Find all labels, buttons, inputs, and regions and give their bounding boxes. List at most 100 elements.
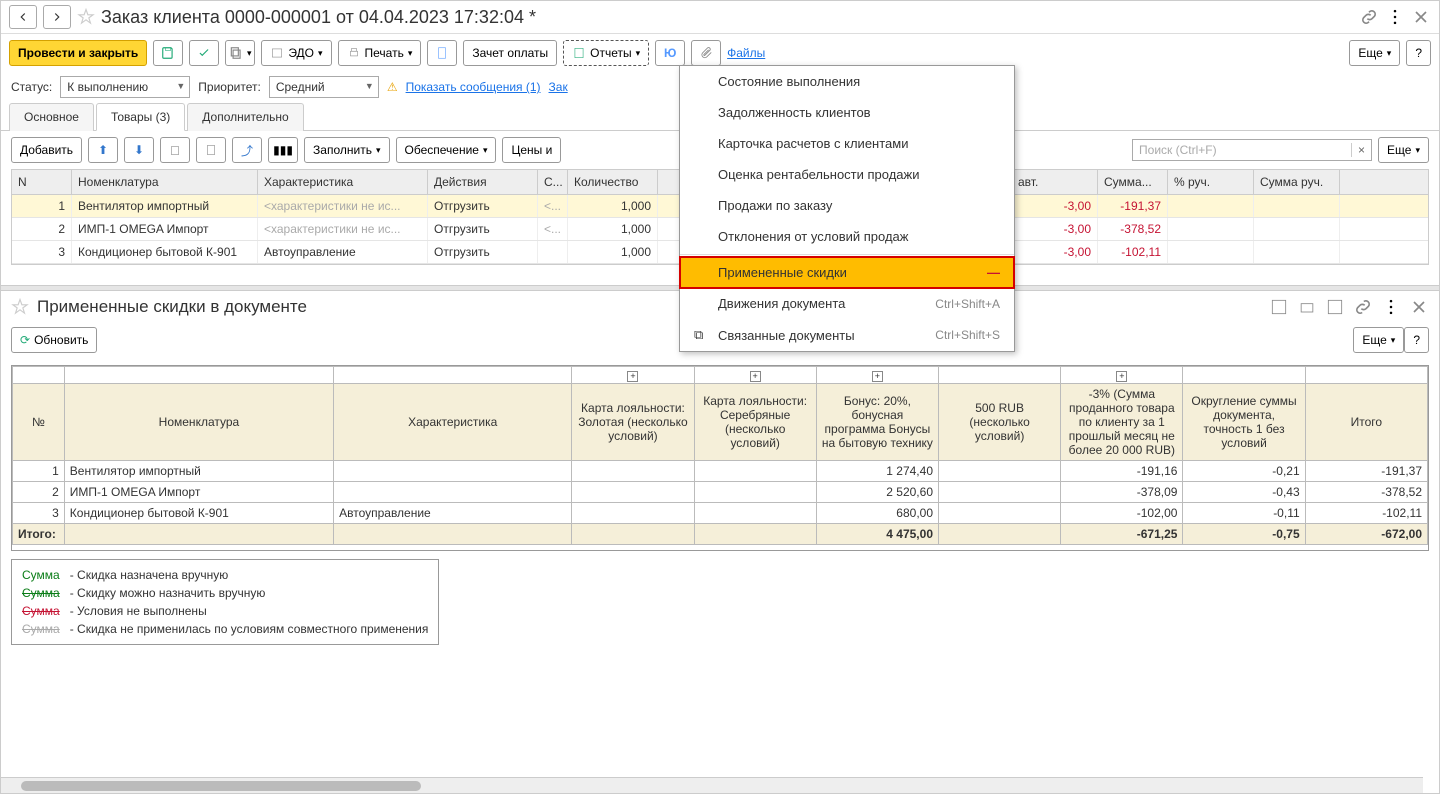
menu-item[interactable]: Продажи по заказу	[680, 190, 1014, 221]
edo-button[interactable]: ЭДО▾	[261, 40, 331, 66]
nav-forward-button[interactable]	[43, 5, 71, 29]
edo-label: ЭДО	[288, 46, 314, 60]
menu-item[interactable]: ⧉Связанные документыCtrl+Shift+S	[680, 319, 1014, 351]
fill-label: Заполнить	[313, 143, 372, 157]
menu-item[interactable]: Отклонения от условий продаж	[680, 221, 1014, 252]
paste-row-button[interactable]	[196, 137, 226, 163]
copy-row-button[interactable]	[160, 137, 190, 163]
grid-header[interactable]: Действия	[428, 170, 538, 194]
grid-header[interactable]: Номенклатура	[72, 170, 258, 194]
report-cell: -102,00	[1061, 503, 1183, 524]
close-icon[interactable]	[1411, 7, 1431, 27]
prices-button[interactable]: Цены и	[502, 137, 561, 163]
yandex-icon-button[interactable]: Ю	[655, 40, 685, 66]
grid-header[interactable]: Количество	[568, 170, 658, 194]
menu-item[interactable]: Движения документаCtrl+Shift+A	[680, 288, 1014, 319]
report-cell: 680,00	[816, 503, 938, 524]
link-icon[interactable]	[1359, 7, 1379, 27]
grid-header[interactable]: Характеристика	[258, 170, 428, 194]
horizontal-scrollbar[interactable]	[1, 777, 1423, 793]
save-report-icon[interactable]	[1269, 297, 1289, 317]
tab-goods[interactable]: Товары (3)	[96, 103, 185, 131]
kebab-icon[interactable]	[1385, 7, 1405, 27]
show-messages-link[interactable]: Показать сообщения (1)	[406, 80, 541, 94]
grid-header[interactable]: % руч.	[1168, 170, 1254, 194]
refresh-button[interactable]: ⟳Обновить	[11, 327, 97, 353]
help-button[interactable]: ?	[1406, 40, 1431, 66]
grid-cell: Кондиционер бытовой К-901	[72, 241, 258, 263]
provision-button[interactable]: Обеспечение▾	[396, 137, 497, 163]
priority-combo[interactable]: Средний	[269, 76, 379, 98]
report-cell: 3	[13, 503, 65, 524]
offset-button[interactable]: Зачет оплаты	[463, 40, 557, 66]
doc-icon-button[interactable]	[427, 40, 457, 66]
search-clear-icon[interactable]: ×	[1351, 143, 1365, 157]
grid-cell: <характеристики не ис...	[258, 195, 428, 217]
closed-link[interactable]: Зак	[549, 80, 568, 94]
favorite-icon[interactable]	[77, 8, 95, 26]
menu-item-label: Связанные документы	[718, 328, 855, 343]
grid-cell: Автоуправление	[258, 241, 428, 263]
expand-icon[interactable]: +	[872, 371, 883, 382]
report-cell: 1 274,40	[816, 461, 938, 482]
status-combo[interactable]: К выполнению	[60, 76, 190, 98]
favorite-icon-lower[interactable]	[11, 298, 29, 316]
sub-more-button[interactable]: Еще▾	[1378, 137, 1429, 163]
move-down-button[interactable]: ⬇	[124, 137, 154, 163]
report-total-cell	[334, 524, 572, 545]
post-close-button[interactable]: Провести и закрыть	[9, 40, 147, 66]
grid-cell: Отгрузить	[428, 195, 538, 217]
expand-icon[interactable]: +	[627, 371, 638, 382]
kebab-lower-icon[interactable]	[1381, 297, 1401, 317]
fill-button[interactable]: Заполнить▾	[304, 137, 389, 163]
report-header: Номенклатура	[64, 384, 333, 461]
tab-extra[interactable]: Дополнительно	[187, 103, 303, 131]
grid-cell: -191,37	[1098, 195, 1168, 217]
link-lower-icon[interactable]	[1353, 297, 1373, 317]
lower-help-button[interactable]: ?	[1404, 327, 1429, 353]
grid-header[interactable]: Сумма руч.	[1254, 170, 1340, 194]
report-row[interactable]: 1Вентилятор импортный1 274,40-191,16-0,2…	[13, 461, 1428, 482]
grid-cell	[1168, 241, 1254, 263]
grid-header[interactable]: Сумма...	[1098, 170, 1168, 194]
add-button[interactable]: Добавить	[11, 137, 82, 163]
report-cell: 1	[13, 461, 65, 482]
share-button[interactable]: ⤴	[232, 137, 262, 163]
save-icon-button[interactable]	[153, 40, 183, 66]
print-report-icon[interactable]	[1297, 297, 1317, 317]
nav-back-button[interactable]	[9, 5, 37, 29]
move-up-button[interactable]: ⬆	[88, 137, 118, 163]
more-button[interactable]: Еще▾	[1349, 40, 1400, 66]
reports-button[interactable]: Отчеты▾	[563, 40, 649, 66]
menu-item[interactable]: Оценка рентабельности продажи	[680, 159, 1014, 190]
print-button[interactable]: Печать▾	[338, 40, 422, 66]
grid-cell: 1,000	[568, 195, 658, 217]
report-cell	[939, 503, 1061, 524]
tab-main[interactable]: Основное	[9, 103, 94, 131]
report-header: Округление суммы документа, точность 1 б…	[1183, 384, 1305, 461]
menu-item[interactable]: Карточка расчетов с клиентами	[680, 128, 1014, 159]
expand-icon[interactable]: +	[750, 371, 761, 382]
menu-item[interactable]: Примененные скидки—	[680, 257, 1014, 288]
preview-icon[interactable]	[1325, 297, 1345, 317]
menu-item[interactable]: Состояние выполнения	[680, 66, 1014, 97]
expand-icon[interactable]: +	[1116, 371, 1127, 382]
report-header: Итого	[1305, 384, 1427, 461]
report-row[interactable]: 3Кондиционер бытовой К-901Автоуправление…	[13, 503, 1428, 524]
lower-more-button[interactable]: Еще▾	[1353, 327, 1404, 353]
copy-button[interactable]: ▾	[225, 40, 255, 66]
report-header: Бонус: 20%, бонусная программа Бонусы на…	[816, 384, 938, 461]
grid-header[interactable]: N	[12, 170, 72, 194]
files-link[interactable]: Файлы	[727, 46, 765, 60]
refresh-label: Обновить	[34, 333, 88, 347]
report-cell: Автоуправление	[334, 503, 572, 524]
search-input[interactable]: Поиск (Ctrl+F)×	[1132, 139, 1372, 161]
report-row[interactable]: 2ИМП-1 OMEGA Импорт2 520,60-378,09-0,43-…	[13, 482, 1428, 503]
report-total-cell	[939, 524, 1061, 545]
close-lower-icon[interactable]	[1409, 297, 1429, 317]
attach-icon-button[interactable]	[691, 40, 721, 66]
menu-item[interactable]: Задолженность клиентов	[680, 97, 1014, 128]
grid-header[interactable]: С...	[538, 170, 568, 194]
post-icon-button[interactable]	[189, 40, 219, 66]
barcode-button[interactable]: ▮▮▮	[268, 137, 298, 163]
